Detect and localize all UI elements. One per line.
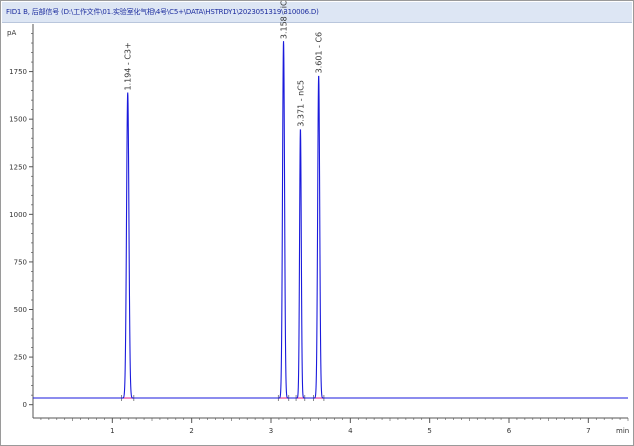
x-axis-unit: min	[616, 427, 629, 435]
y-tick-label: 0	[23, 401, 27, 409]
x-tick-label: 4	[348, 427, 353, 435]
x-tick-label: 6	[507, 427, 512, 435]
y-tick-label: 250	[14, 354, 27, 362]
x-tick-label: 2	[189, 427, 193, 435]
y-tick-label: 1500	[9, 116, 27, 124]
signal-trace	[33, 41, 628, 399]
x-tick-label: 3	[269, 427, 273, 435]
peak-label: 3.371 - nC5	[296, 80, 305, 127]
y-tick-label: 750	[14, 258, 27, 266]
y-tick-label: 1000	[9, 211, 27, 219]
peak-labels: 1.194 - C3+ 3.158 - iC5 3.371 - nC5 3.601 -…	[124, 0, 324, 127]
y-tick-label: 1250	[9, 163, 27, 171]
x-tick-label: 1	[110, 427, 114, 435]
y-tick-label: 500	[14, 306, 27, 314]
y-tick-label: 1750	[9, 68, 27, 76]
signal-trace-line	[33, 41, 628, 399]
peak-label: 3.158 - iC5	[280, 0, 289, 39]
peak-label: 1.194 - C3+	[124, 42, 133, 90]
peak-label: 3.601 - C6	[315, 32, 324, 74]
x-tick-label: 7	[586, 427, 590, 435]
x-tick-label: 5	[427, 427, 431, 435]
chromatogram-plot: 0 250 500 750 1000 1250 1500 1750 1 2 3 4 5 6 7 pA min 1…	[7, 0, 629, 435]
y-axis-unit: pA	[7, 29, 16, 37]
